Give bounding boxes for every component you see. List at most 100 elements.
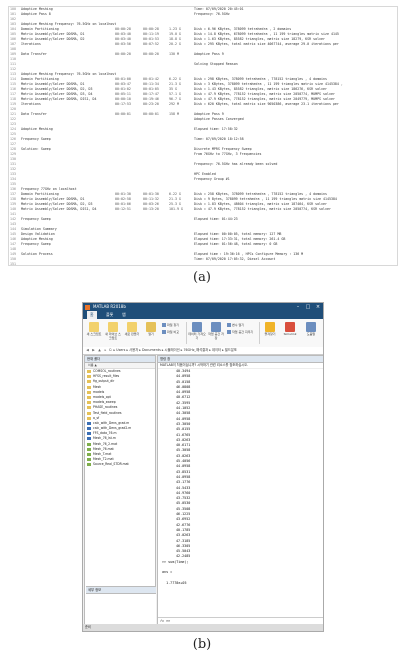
details-title: 세부 정보: [86, 587, 156, 594]
minimize-button[interactable]: –: [293, 303, 303, 311]
save-icon: [211, 322, 221, 332]
file-name: Mesh_T.mat: [93, 452, 112, 456]
log-line: 151: [9, 262, 397, 266]
new-live-script-button[interactable]: 새 라이브 스크립트: [104, 321, 122, 343]
favorites-button[interactable]: 즐겨찾기: [261, 321, 279, 343]
mat-file-icon: [87, 463, 91, 467]
matlab-logo-icon: [85, 304, 90, 310]
mat-file-icon: [87, 458, 91, 462]
file-name: Test_field_routines: [93, 410, 122, 415]
file-name: calc_with_Dens_grad2.m: [93, 426, 132, 431]
ribbon-tabs: 홈 플롯 앱: [83, 311, 323, 319]
title-bar: MATLAB R2018b – □ ×: [83, 303, 323, 311]
file-name: a_sf: [93, 415, 100, 420]
folder-icon: [87, 375, 91, 379]
ribbon-separator: [259, 322, 260, 344]
command-prompt[interactable]: fx >>: [158, 617, 323, 624]
file-name: Mesh_76.mat: [93, 446, 114, 451]
help-icon: [306, 322, 316, 332]
current-path[interactable]: C: ▸ Users ▸ 사용자 ▸ Documents ▸ 시뮬레이션 ▸ 7…: [109, 347, 309, 354]
file-name: COMSOL_routines: [93, 369, 121, 373]
file-name: Source_Real_STDR.mat: [93, 462, 129, 467]
new-button[interactable]: 새로 만들기: [123, 321, 141, 343]
file-name: Mesh_76_2.mat: [93, 441, 118, 446]
clear-icon: [227, 330, 231, 334]
folder-icon: [87, 370, 91, 373]
file-name: Mesh: [93, 384, 102, 389]
current-folder-panel: 현재 폴더 이름 ▲ COMSOL_routines HFSS_result_fi…: [84, 355, 156, 631]
file-name: models: [93, 389, 105, 394]
new-script-button[interactable]: 새 스크립트: [85, 321, 103, 343]
folder-icon: [87, 416, 91, 420]
command-window[interactable]: 명령 창 MATLAB이 처음이십니까? 시작하기 관련 리소스를 참조하십시오…: [157, 355, 323, 625]
command-window-title: 명령 창: [158, 356, 323, 363]
file-name: models_opt: [93, 394, 111, 399]
star-icon: [265, 322, 275, 332]
ribbon-toolbar: 새 스크립트 새 라이브 스크립트 새로 만들기 열기 파일 찾기 파일 비교 …: [83, 319, 323, 348]
open-variable-button[interactable]: 변수 열기: [227, 322, 244, 328]
file-name: models_sweep: [93, 400, 116, 405]
file-list-item[interactable]: Source_Real_STDR.mat: [85, 462, 155, 467]
new-script-icon: [89, 322, 99, 332]
compare-button[interactable]: 파일 비교: [162, 329, 179, 335]
simulation-log-screenshot: 100 Adaptive Meshing Time: 07/09/2020 20:4…: [8, 6, 398, 266]
save-workspace-button[interactable]: 작업 공간 저장: [207, 321, 225, 343]
folder-icon: [87, 380, 91, 384]
maximize-button[interactable]: □: [303, 303, 313, 311]
folder-icon: [87, 385, 91, 389]
ribbon-separator: [186, 322, 187, 344]
folder-icon: [87, 411, 91, 415]
line-number: 151: [10, 262, 16, 266]
file-name: calc_with_Dens_grad.m: [93, 420, 130, 425]
mat-file-icon: [87, 453, 91, 456]
window-title: MATLAB R2018b: [93, 304, 126, 309]
address-bar[interactable]: ◀ ▶ ▲ ▸ C: ▸ Users ▸ 사용자 ▸ Documents ▸ 시…: [83, 347, 323, 355]
mat-file-icon: [87, 442, 91, 446]
import-data-button[interactable]: 데이터 가져오기: [188, 321, 206, 343]
file-list: COMSOL_routines HFSS_result_files fig_outp…: [85, 369, 155, 468]
close-button[interactable]: ×: [313, 303, 323, 311]
file-name: Mesh_T2.mat: [93, 457, 114, 462]
command-output: 40.3494 44.0958 45.0158 46.0808 44.0958 40.67…: [158, 369, 323, 586]
tab-plots[interactable]: 플롯: [103, 311, 116, 319]
folder-icon: [87, 395, 91, 399]
up-folder-icon[interactable]: ▲: [97, 347, 102, 354]
caption-a: (a): [193, 270, 211, 285]
prompt-symbol: >>: [166, 619, 171, 623]
folder-icon: [87, 401, 91, 405]
current-folder-title: 현재 폴더: [85, 356, 155, 363]
plus-icon: [127, 322, 137, 332]
simulink-button[interactable]: Simulink: [281, 321, 299, 343]
compare-icon: [162, 330, 166, 334]
file-name: fig_output_dir: [93, 379, 115, 384]
help-button[interactable]: 도움말: [302, 321, 320, 343]
browse-icon[interactable]: ▸: [103, 347, 108, 354]
output-line: 1.7778e+05: [162, 580, 187, 585]
m-file-icon: [87, 421, 91, 425]
folder-icon: [87, 390, 91, 394]
folder-open-icon: [146, 322, 156, 332]
file-name: Mesh_76_lst.m: [93, 436, 116, 441]
file-name: FFS_data_76.m: [93, 431, 117, 436]
variable-icon: [227, 323, 231, 327]
simulink-icon: [285, 322, 295, 332]
open-button[interactable]: 열기: [142, 321, 160, 343]
tab-home[interactable]: 홈: [87, 311, 97, 319]
import-icon: [192, 322, 202, 332]
clear-workspace-button[interactable]: 작업 공간 지우기: [227, 329, 253, 335]
mat-file-icon: [87, 447, 91, 451]
find-files-button[interactable]: 파일 찾기: [162, 322, 179, 328]
caption-b: (b): [192, 637, 212, 652]
back-arrow-icon[interactable]: ◀: [85, 347, 90, 354]
forward-arrow-icon[interactable]: ▶: [91, 347, 96, 354]
simulation-log-lines: 100 Adaptive Meshing Time: 07/09/2020 20:4…: [9, 7, 397, 265]
m-file-icon: [87, 432, 91, 436]
m-file-icon: [87, 437, 91, 441]
search-icon: [162, 323, 166, 327]
matlab-window: MATLAB R2018b – □ × 홈 플롯 앱 새 스크립트 새 라이브 …: [82, 302, 324, 632]
tab-apps[interactable]: 앱: [119, 311, 129, 319]
status-bar: 준비: [83, 624, 323, 631]
folder-icon: [87, 406, 91, 410]
m-file-icon: [87, 427, 91, 431]
file-name: HFSS_result_files: [93, 374, 120, 379]
